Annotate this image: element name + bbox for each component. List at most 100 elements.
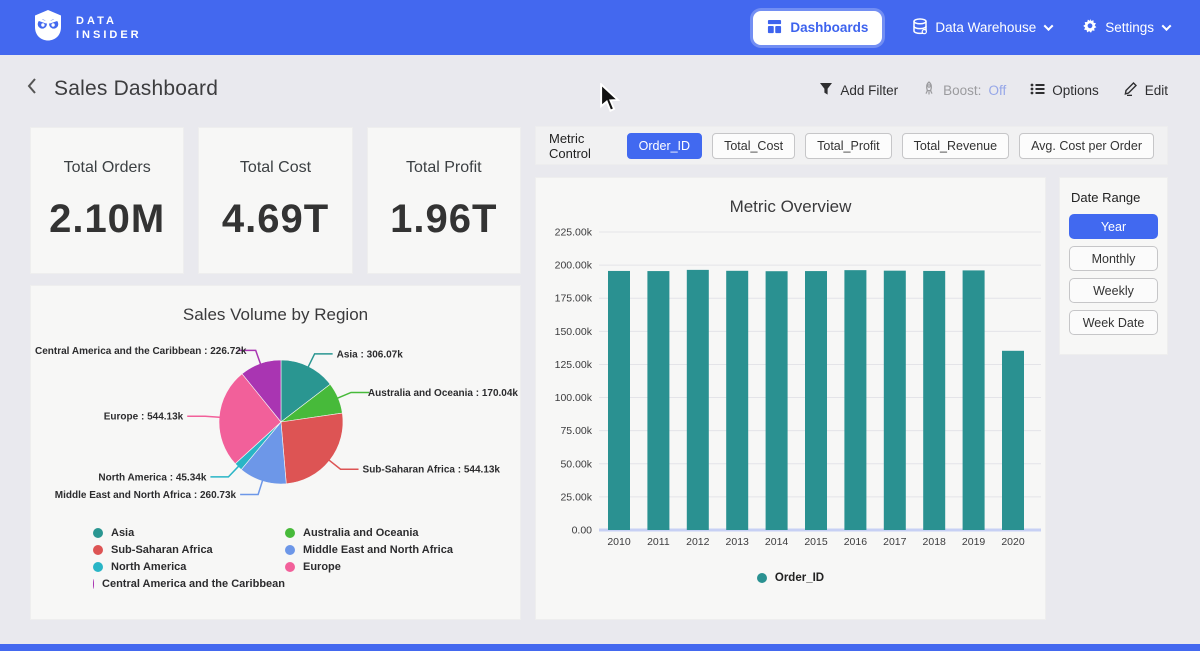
kpi-label: Total Profit	[406, 159, 482, 177]
data-warehouse-label: Data Warehouse	[935, 20, 1036, 35]
add-filter-button[interactable]: Add Filter	[819, 82, 898, 99]
legend-dot-central-america-and-the-caribbean	[93, 579, 94, 589]
metric-button-order-id[interactable]: Order_ID	[627, 133, 702, 159]
chevron-down-icon	[1044, 21, 1054, 31]
kpi-row: Total Orders2.10MTotal Cost4.69TTotal Pr…	[30, 127, 521, 274]
bar-2010	[608, 271, 630, 530]
bar-chart-title: Metric Overview	[536, 178, 1045, 217]
bar-2012	[687, 270, 709, 530]
svg-text:2015: 2015	[804, 536, 828, 548]
data-warehouse-menu[interactable]: Data Warehouse	[912, 18, 1052, 38]
kpi-card-total-orders: Total Orders 2.10M	[30, 127, 184, 274]
dashboards-label: Dashboards	[790, 20, 868, 35]
pie-legend-item-australia-and-oceania: Australia and Oceania	[285, 524, 520, 541]
pie-legend-item-central-america-and-the-caribbean: Central America and the Caribbean	[93, 575, 285, 592]
svg-text:25.00k: 25.00k	[560, 491, 592, 503]
svg-text:100.00k: 100.00k	[555, 392, 593, 404]
date-range-button-monthly[interactable]: Monthly	[1069, 246, 1158, 271]
mouse-cursor	[598, 83, 622, 118]
settings-menu[interactable]: Settings	[1082, 18, 1170, 37]
kpi-value: 2.10M	[49, 197, 165, 242]
legend-label-australia-and-oceania: Australia and Oceania	[303, 527, 419, 539]
svg-text:125.00k: 125.00k	[555, 359, 593, 371]
pie-legend-item-asia: Asia	[93, 524, 285, 541]
boost-state: Off	[988, 83, 1006, 98]
legend-dot-sub-saharan-africa	[93, 545, 103, 555]
bar-2018	[923, 271, 945, 530]
date-range-label: Date Range	[1071, 190, 1158, 205]
dashboards-button[interactable]: Dashboards	[753, 11, 882, 45]
kpi-label: Total Orders	[64, 159, 151, 177]
add-filter-label: Add Filter	[840, 83, 898, 98]
pencil-icon	[1123, 81, 1138, 99]
settings-label: Settings	[1105, 20, 1154, 35]
pie-label-europe: Europe : 544.13k	[104, 412, 184, 423]
options-button[interactable]: Options	[1030, 82, 1099, 99]
edit-label: Edit	[1145, 83, 1168, 98]
filter-icon	[819, 82, 833, 99]
chevron-down-icon	[1162, 21, 1172, 31]
date-range-panel: Date Range Year Monthly Weekly Week Date	[1059, 177, 1168, 355]
kpi-value: 1.96T	[390, 197, 497, 242]
svg-text:2018: 2018	[923, 536, 947, 548]
page-title: Sales Dashboard	[54, 77, 218, 101]
pie-chart-legend: Asia Sub-Saharan Africa North America Centr…	[93, 524, 520, 592]
bar-2020	[1002, 351, 1024, 530]
svg-text:75.00k: 75.00k	[560, 425, 592, 437]
svg-text:2011: 2011	[647, 536, 670, 548]
top-navbar: DATA INSIDER Dashboards	[0, 0, 1200, 55]
bar-chart: 0.0025.00k50.00k75.00k100.00k125.00k150.…	[536, 217, 1045, 557]
legend-dot-europe	[285, 562, 295, 572]
legend-dot-north-america	[93, 562, 103, 572]
database-icon	[912, 18, 928, 38]
brand-line2: INSIDER	[76, 28, 142, 42]
bar-2011	[647, 271, 669, 530]
metric-button-total-revenue[interactable]: Total_Revenue	[902, 133, 1009, 159]
svg-text:0.00: 0.00	[572, 525, 593, 537]
boost-toggle[interactable]: Boost: Off	[922, 81, 1006, 99]
legend-label-central-america-and-the-caribbean: Central America and the Caribbean	[102, 578, 285, 590]
pie-legend-item-middle-east-and-north-africa: Middle East and North Africa	[285, 541, 520, 558]
list-icon	[1030, 82, 1045, 99]
pie-label-sub-saharan-africa: Sub-Saharan Africa : 544.13k	[363, 465, 501, 476]
legend-dot-order-id	[757, 573, 767, 583]
legend-label-north-america: North America	[111, 561, 186, 573]
metric-button-avg-cost-per-order[interactable]: Avg. Cost per Order	[1019, 133, 1154, 159]
options-label: Options	[1052, 83, 1099, 98]
svg-text:2017: 2017	[883, 536, 907, 548]
bar-2017	[884, 271, 906, 530]
metric-control-label: Metric Control	[549, 131, 615, 161]
metric-button-total-profit[interactable]: Total_Profit	[805, 133, 892, 159]
dashboards-grid-icon	[767, 19, 782, 37]
sales-volume-card: Sales Volume by Region Asia : 306.07kAus…	[30, 285, 521, 620]
date-range-button-week-date[interactable]: Week Date	[1069, 310, 1158, 335]
pie-chart-title: Sales Volume by Region	[31, 286, 520, 325]
svg-text:2016: 2016	[844, 536, 868, 548]
footer-strip	[0, 644, 1200, 651]
kpi-label: Total Cost	[240, 159, 311, 177]
brand-logo[interactable]: DATA INSIDER	[30, 7, 142, 48]
legend-label-europe: Europe	[303, 561, 341, 573]
metric-button-total-cost[interactable]: Total_Cost	[712, 133, 795, 159]
bar-2014	[766, 271, 788, 530]
svg-text:150.00k: 150.00k	[555, 326, 593, 338]
legend-label-sub-saharan-africa: Sub-Saharan Africa	[111, 544, 213, 556]
bar-chart-legend: Order_ID	[536, 572, 1045, 584]
metric-overview-card: Metric Overview 0.0025.00k50.00k75.00k10…	[535, 177, 1046, 620]
bar-2015	[805, 271, 827, 530]
pie-label-australia-and-oceania: Australia and Oceania : 170.04k	[368, 388, 519, 399]
legend-dot-middle-east-and-north-africa	[285, 545, 295, 555]
pie-legend-item-europe: Europe	[285, 558, 520, 575]
edit-button[interactable]: Edit	[1123, 81, 1168, 99]
date-range-button-year[interactable]: Year	[1069, 214, 1158, 239]
legend-label-order-id: Order_ID	[775, 572, 824, 584]
legend-dot-asia	[93, 528, 103, 538]
legend-dot-australia-and-oceania	[285, 528, 295, 538]
svg-text:2020: 2020	[1001, 536, 1025, 548]
svg-text:200.00k: 200.00k	[555, 260, 593, 272]
brand-line1: DATA	[76, 14, 142, 28]
bar-2013	[726, 271, 748, 530]
date-range-button-weekly[interactable]: Weekly	[1069, 278, 1158, 303]
pie-chart: Asia : 306.07kAustralia and Oceania : 17…	[31, 325, 520, 511]
back-button[interactable]	[24, 76, 42, 101]
